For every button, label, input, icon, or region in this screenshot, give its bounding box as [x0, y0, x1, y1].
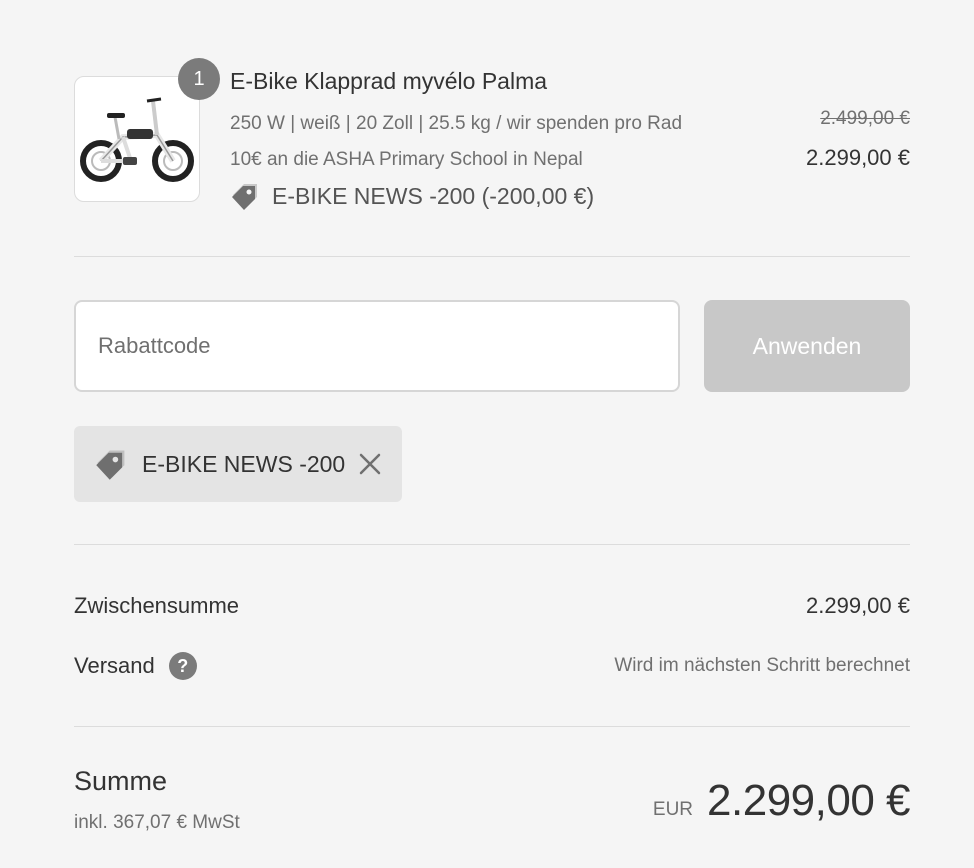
product-discount-label: E-BIKE NEWS -200 (-200,00 €) [272, 182, 595, 209]
question-icon[interactable]: ? [168, 652, 197, 680]
product-thumbnail [74, 76, 200, 202]
tag-icon [96, 450, 125, 480]
shipping-value: Wird im nächsten Schritt berechnet [614, 655, 910, 676]
discount-code-input[interactable] [74, 300, 680, 392]
product-title: E-Bike Klapprad myvélo Palma [230, 68, 548, 94]
divider [74, 726, 910, 727]
currency-code: EUR [652, 799, 694, 820]
product-discount: E-BIKE NEWS -200 (-200,00 €) [230, 180, 594, 212]
total-label: Summe [74, 766, 168, 796]
product-description-line2: 10€ an die ASHA Primary School in Nepal [230, 149, 583, 170]
total-amount: EUR 2.299,00 € [652, 776, 911, 826]
shipping-row: Versand ? [74, 652, 197, 680]
applied-discount-chip: E-BIKE NEWS -200 [74, 426, 402, 502]
apply-discount-button[interactable]: Anwenden [704, 300, 910, 392]
current-price: 2.299,00 € [806, 145, 910, 170]
divider [74, 544, 910, 545]
applied-discount-label: E-BIKE NEWS -200 [142, 450, 346, 477]
product-description-line1: 250 W | weiß | 20 Zoll | 25.5 kg / wir s… [230, 113, 683, 134]
subtotal-value: 2.299,00 € [806, 593, 910, 618]
quantity-badge: 1 [178, 58, 220, 100]
product-description: 250 W | weiß | 20 Zoll | 25.5 kg / wir s… [230, 106, 750, 178]
original-price: 2.499,00 € [820, 108, 910, 129]
remove-discount-button[interactable] [358, 452, 382, 476]
tag-icon [232, 184, 257, 210]
divider [74, 256, 910, 257]
folding-ebike-image [80, 97, 194, 182]
tax-note: inkl. 367,07 € MwSt [74, 812, 240, 833]
total-value: 2.299,00 € [707, 776, 910, 825]
shipping-label: Versand [74, 653, 155, 678]
subtotal-label: Zwischensumme [74, 593, 240, 618]
close-icon [359, 453, 381, 475]
